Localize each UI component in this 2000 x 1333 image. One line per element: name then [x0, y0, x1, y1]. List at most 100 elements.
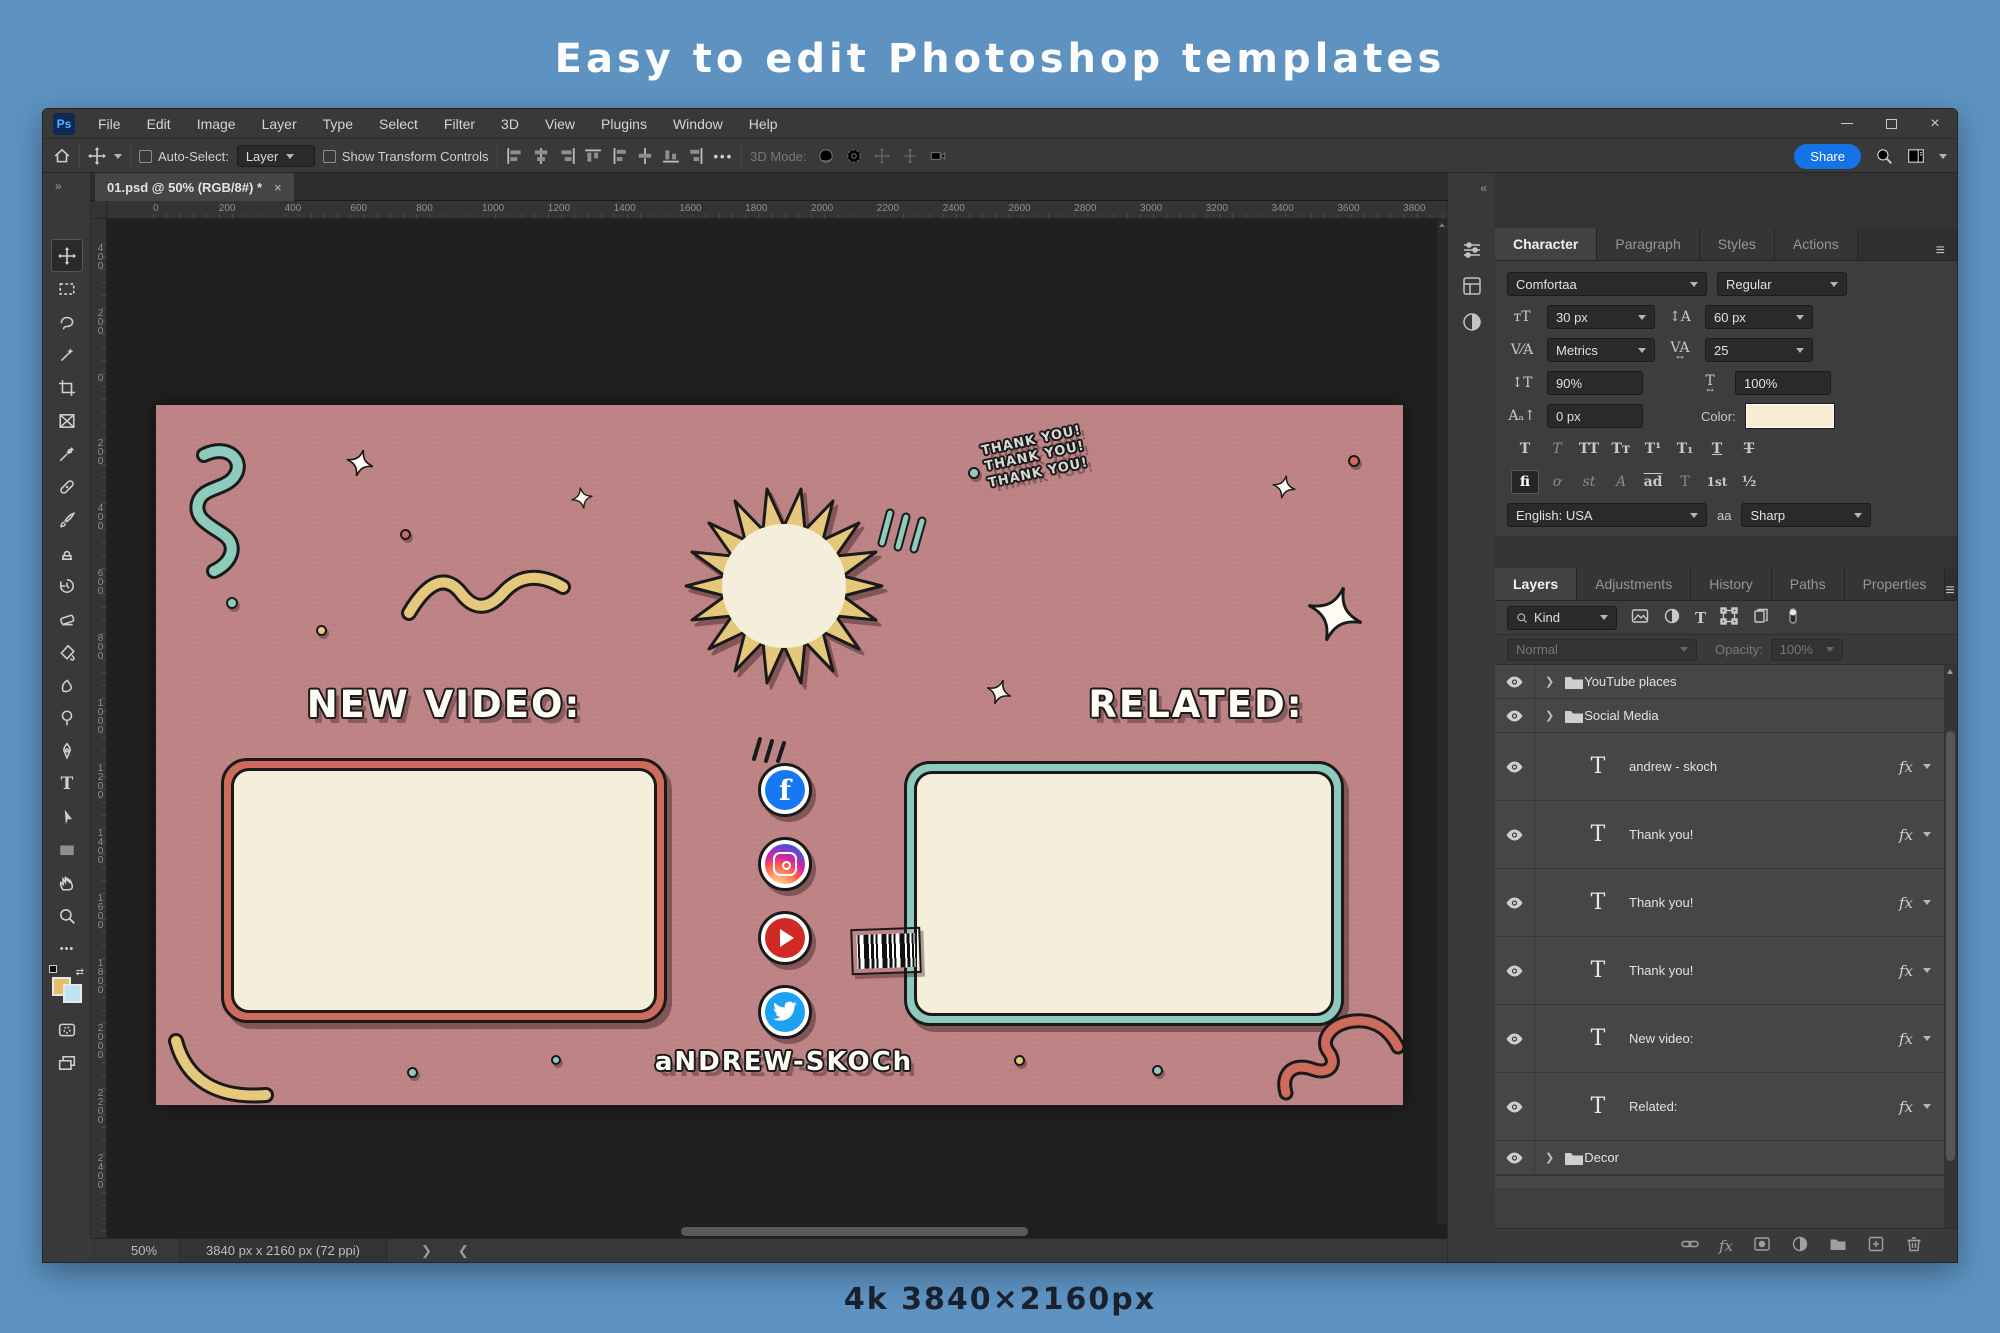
font-style-dropdown[interactable]: Regular: [1717, 272, 1847, 296]
show-transform-checkbox[interactable]: Show Transform Controls: [323, 149, 489, 164]
vertical-scrollbar[interactable]: [1437, 219, 1447, 1224]
layer-visibility-toggle[interactable]: [1495, 1141, 1535, 1174]
screen-mode-icon[interactable]: [51, 1046, 83, 1079]
font-family-dropdown[interactable]: Comfortaa: [1507, 272, 1707, 296]
3d-pan-icon[interactable]: [873, 147, 891, 165]
layer-row[interactable]: ❯ T Social Media: [1495, 699, 1957, 733]
layer-row[interactable]: ❯ T Thank you! fx: [1495, 937, 1957, 1005]
baseline-shift-field[interactable]: 0 px: [1547, 404, 1643, 428]
subscript-button[interactable]: T₁: [1671, 437, 1699, 461]
layer-fx-badge[interactable]: fx: [1899, 894, 1913, 912]
fx-expand-icon[interactable]: [1923, 1036, 1931, 1041]
layer-style-icon[interactable]: fx: [1719, 1237, 1733, 1255]
3d-roll-icon[interactable]: [845, 147, 863, 165]
default-colors-icon[interactable]: [49, 965, 57, 973]
stylistic-alternates-button[interactable]: ad: [1639, 470, 1667, 494]
collapsed-panel-icon-2[interactable]: [1461, 275, 1483, 297]
smudge-tool[interactable]: [51, 668, 83, 701]
layer-name[interactable]: Related:: [1629, 1099, 1677, 1114]
layer-row[interactable]: ❯ T Decor: [1495, 1141, 1957, 1175]
tab-character[interactable]: Character: [1495, 228, 1597, 260]
faux-bold-button[interactable]: T: [1511, 437, 1539, 461]
object-selection-tool[interactable]: [51, 338, 83, 371]
horizontal-scale-field[interactable]: 100%: [1735, 371, 1831, 395]
layer-fx-badge[interactable]: fx: [1899, 1098, 1913, 1116]
home-icon[interactable]: [53, 147, 71, 165]
auto-select-checkbox[interactable]: Auto-Select:: [139, 149, 229, 164]
layer-fx-badge[interactable]: fx: [1899, 1030, 1913, 1048]
layer-filter-dropdown[interactable]: Kind: [1507, 606, 1617, 630]
strikethrough-button[interactable]: T: [1735, 437, 1763, 461]
toolbar-expand-icon[interactable]: »: [55, 179, 62, 193]
layer-name[interactable]: Thank you!: [1629, 827, 1693, 842]
menu-item[interactable]: Help: [736, 109, 791, 139]
group-expand-icon[interactable]: ❯: [1545, 709, 1554, 722]
tab-paths[interactable]: Paths: [1772, 568, 1845, 600]
gradient-tool[interactable]: [51, 635, 83, 668]
all-caps-button[interactable]: TT: [1575, 437, 1603, 461]
align-center-h-icon[interactable]: [532, 147, 550, 165]
font-size-dropdown[interactable]: 30 px: [1547, 305, 1655, 329]
workspace-icon[interactable]: [1907, 147, 1925, 165]
status-chevron-left[interactable]: ❮: [458, 1243, 469, 1259]
titling-alternates-button[interactable]: T: [1671, 470, 1699, 494]
menu-item[interactable]: Filter: [431, 109, 488, 139]
distribute-center-icon[interactable]: [636, 147, 654, 165]
menu-item[interactable]: View: [532, 109, 588, 139]
link-layers-icon[interactable]: [1681, 1235, 1699, 1256]
kerning-dropdown[interactable]: Metrics: [1547, 338, 1655, 362]
new-group-icon[interactable]: [1829, 1235, 1847, 1256]
3d-camera-icon[interactable]: [929, 147, 947, 165]
tab-adjustments[interactable]: Adjustments: [1577, 568, 1691, 600]
fractions-button[interactable]: ½: [1735, 470, 1763, 494]
new-adjustment-layer-icon[interactable]: [1791, 1235, 1809, 1256]
blend-mode-dropdown[interactable]: Normal: [1507, 639, 1697, 661]
discretionary-ligatures-button[interactable]: st: [1575, 470, 1603, 494]
distribute-right-icon[interactable]: [688, 147, 706, 165]
leading-dropdown[interactable]: 60 px: [1705, 305, 1813, 329]
3d-slide-icon[interactable]: [901, 147, 919, 165]
pen-tool[interactable]: [51, 734, 83, 767]
add-mask-icon[interactable]: [1753, 1235, 1771, 1256]
swash-button[interactable]: A: [1607, 470, 1635, 494]
tab-close-icon[interactable]: ×: [274, 180, 282, 195]
collapsed-panel-icon-1[interactable]: [1461, 239, 1483, 261]
collapse-panels-icon[interactable]: «: [1480, 181, 1487, 195]
layer-visibility-toggle[interactable]: [1495, 801, 1535, 868]
tab-properties[interactable]: Properties: [1845, 568, 1946, 600]
layer-name[interactable]: New video:: [1629, 1031, 1693, 1046]
layer-visibility-toggle[interactable]: [1495, 699, 1535, 732]
group-expand-icon[interactable]: ❯: [1545, 1151, 1554, 1164]
ordinals-button[interactable]: 1st: [1703, 470, 1731, 494]
tracking-dropdown[interactable]: 25: [1705, 338, 1813, 362]
filter-adjustment-layers-icon[interactable]: [1663, 607, 1681, 628]
align-bottom-icon[interactable]: [662, 147, 680, 165]
auto-select-dropdown[interactable]: Layer: [237, 145, 315, 167]
dodge-tool[interactable]: [51, 701, 83, 734]
status-chevron-right[interactable]: ❯: [421, 1243, 432, 1259]
color-swatches[interactable]: ⇄: [52, 973, 82, 1003]
menu-item[interactable]: Plugins: [588, 109, 660, 139]
move-tool[interactable]: [51, 239, 83, 272]
filter-type-layers-icon[interactable]: T: [1695, 609, 1706, 627]
hand-tool[interactable]: [51, 866, 83, 899]
filter-smart-objects-icon[interactable]: [1752, 607, 1770, 628]
layer-visibility-toggle[interactable]: [1495, 937, 1535, 1004]
layer-row[interactable]: ❯ T Thank you! fx: [1495, 801, 1957, 869]
layers-scrollbar[interactable]: [1944, 665, 1957, 1228]
filter-pixel-layers-icon[interactable]: [1631, 607, 1649, 628]
layer-row[interactable]: ❯ T andrew - skoch fx: [1495, 733, 1957, 801]
crop-tool[interactable]: [51, 371, 83, 404]
language-dropdown[interactable]: English: USA: [1507, 503, 1707, 527]
menu-item[interactable]: Image: [184, 109, 249, 139]
superscript-button[interactable]: T¹: [1639, 437, 1667, 461]
layer-visibility-toggle[interactable]: [1495, 1073, 1535, 1140]
fx-expand-icon[interactable]: [1923, 832, 1931, 837]
layer-row[interactable]: ❯ T Thank you! fx: [1495, 869, 1957, 937]
maximize-button[interactable]: [1869, 109, 1913, 139]
marquee-tool[interactable]: [51, 272, 83, 305]
layer-visibility-toggle[interactable]: [1495, 665, 1535, 698]
opacity-field[interactable]: 100%: [1771, 639, 1843, 661]
brush-tool[interactable]: [51, 503, 83, 536]
edit-toolbar-icon[interactable]: •••: [51, 932, 83, 965]
